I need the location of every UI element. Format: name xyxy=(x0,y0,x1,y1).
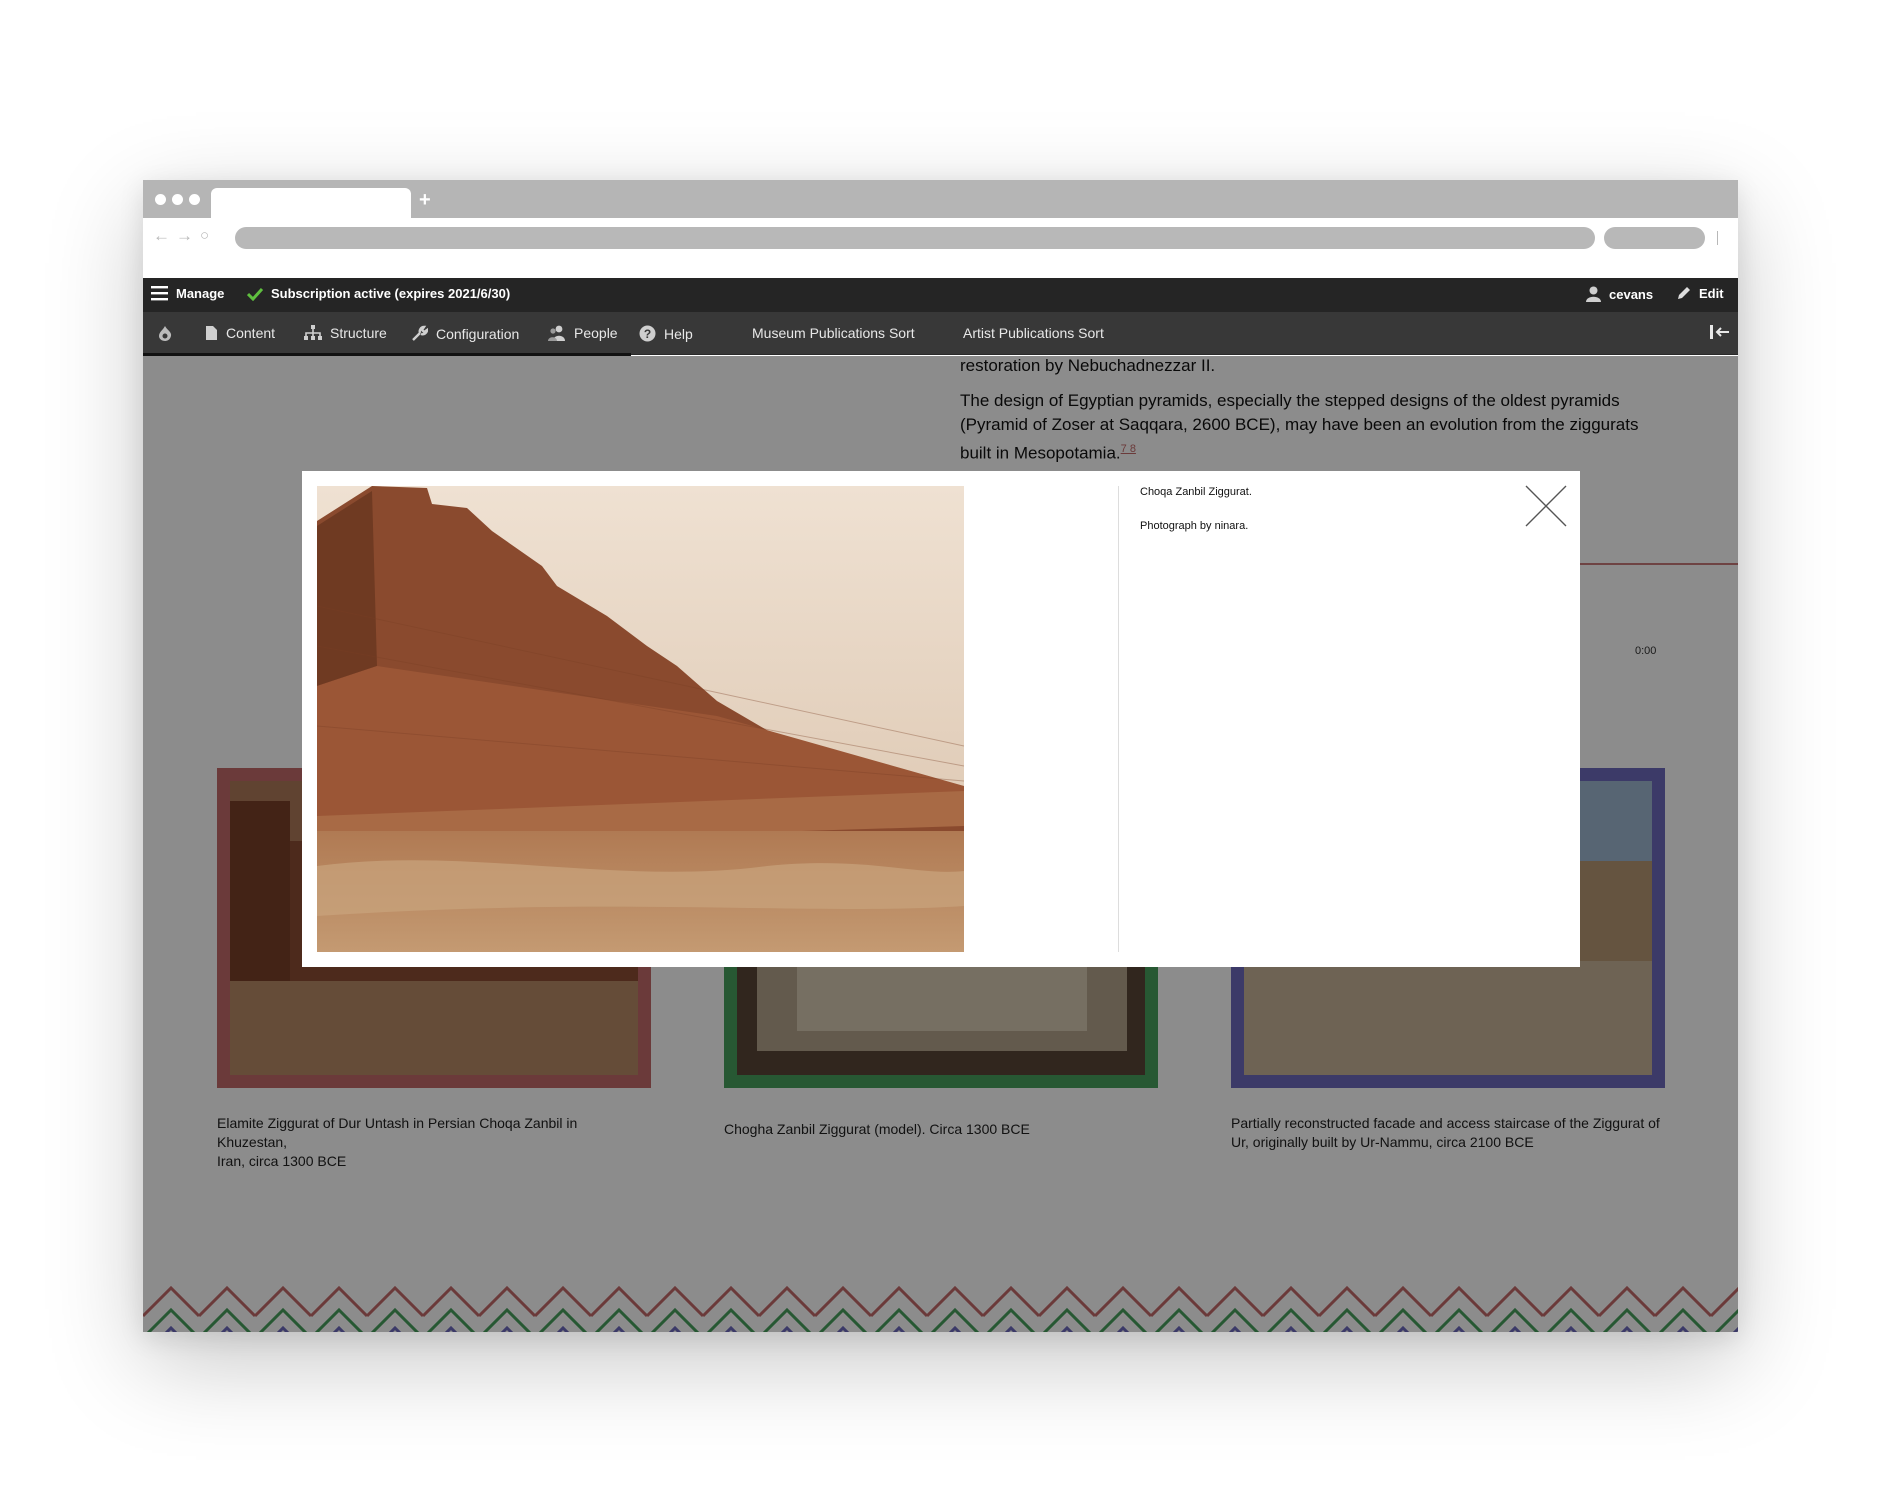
toolbar-people[interactable]: People xyxy=(548,325,618,341)
toolbar-help[interactable]: ? Help xyxy=(639,325,693,342)
drupal-logo-icon[interactable] xyxy=(157,325,173,342)
forward-arrow-icon[interactable]: → xyxy=(176,226,193,246)
url-field[interactable] xyxy=(235,227,1595,249)
toolbar-museum-publications-sort[interactable]: Museum Publications Sort xyxy=(752,325,915,341)
toolbar-structure-label: Structure xyxy=(330,325,387,341)
toolbar-help-label: Help xyxy=(664,325,693,342)
toolbar-artist-publications-sort[interactable]: Artist Publications Sort xyxy=(963,325,1104,341)
browser-tab[interactable] xyxy=(211,188,411,218)
help-icon: ? xyxy=(639,325,656,342)
subscription-status: Subscription active (expires 2021/6/30) xyxy=(247,286,510,301)
sitemap-icon xyxy=(304,325,322,340)
new-tab-icon[interactable]: + xyxy=(419,188,431,212)
admin-toolbar: Manage Subscription active (expires 2021… xyxy=(143,278,1738,312)
close-icon[interactable] xyxy=(1525,485,1567,527)
toolbar-content-label: Content xyxy=(226,325,276,341)
image-lightbox: Choqa Zanbil Ziggurat. Photograph by nin… xyxy=(302,471,1580,967)
document-icon xyxy=(206,326,217,340)
lightbox-caption-credit: Photograph by ninara. xyxy=(1140,520,1249,532)
back-arrow-icon[interactable]: ← xyxy=(153,226,170,246)
user-menu[interactable]: cevans xyxy=(1586,286,1653,302)
window-dot[interactable] xyxy=(155,194,166,205)
toolbar-configuration[interactable]: Configuration xyxy=(411,325,519,342)
wrench-icon xyxy=(412,325,428,341)
admin-menu-bar: Content Structure Configuration People ?… xyxy=(143,312,1738,355)
subscription-text: Subscription active (expires 2021/6/30) xyxy=(271,286,511,301)
edit-label: Edit xyxy=(1699,286,1724,301)
window-dot[interactable] xyxy=(172,194,183,205)
toolbar-structure[interactable]: Structure xyxy=(304,325,387,341)
svg-text:?: ? xyxy=(644,327,651,341)
collapse-toolbar-icon[interactable] xyxy=(1710,325,1730,339)
toolbar-people-label: People xyxy=(574,325,618,341)
search-field[interactable] xyxy=(1604,227,1705,249)
browser-window: + ← → ○ Manage Subscription active (expi… xyxy=(143,180,1738,1332)
user-icon xyxy=(1586,286,1601,302)
toolbar-separator xyxy=(1717,231,1718,245)
browser-tab-bar: + xyxy=(143,180,1738,218)
artist-publications-sort-label: Artist Publications Sort xyxy=(963,325,1104,341)
hamburger-icon xyxy=(151,286,168,301)
user-name: cevans xyxy=(1609,286,1654,302)
toolbar-configuration-label: Configuration xyxy=(436,325,520,342)
edit-button[interactable]: Edit xyxy=(1676,286,1724,301)
manage-button[interactable]: Manage xyxy=(151,286,224,301)
people-icon xyxy=(548,325,565,341)
manage-label: Manage xyxy=(176,286,225,301)
pencil-icon xyxy=(1678,287,1690,299)
check-icon xyxy=(247,287,263,301)
toolbar-content[interactable]: Content xyxy=(205,325,275,341)
lightbox-photo xyxy=(317,486,964,952)
browser-address-bar: ← → ○ xyxy=(143,218,1738,258)
reload-icon[interactable]: ○ xyxy=(200,227,209,244)
window-controls xyxy=(155,194,200,205)
museum-publications-sort-label: Museum Publications Sort xyxy=(752,325,915,341)
lightbox-caption-title: Choqa Zanbil Ziggurat. xyxy=(1140,486,1252,498)
window-dot[interactable] xyxy=(189,194,200,205)
lightbox-divider xyxy=(1118,486,1119,952)
